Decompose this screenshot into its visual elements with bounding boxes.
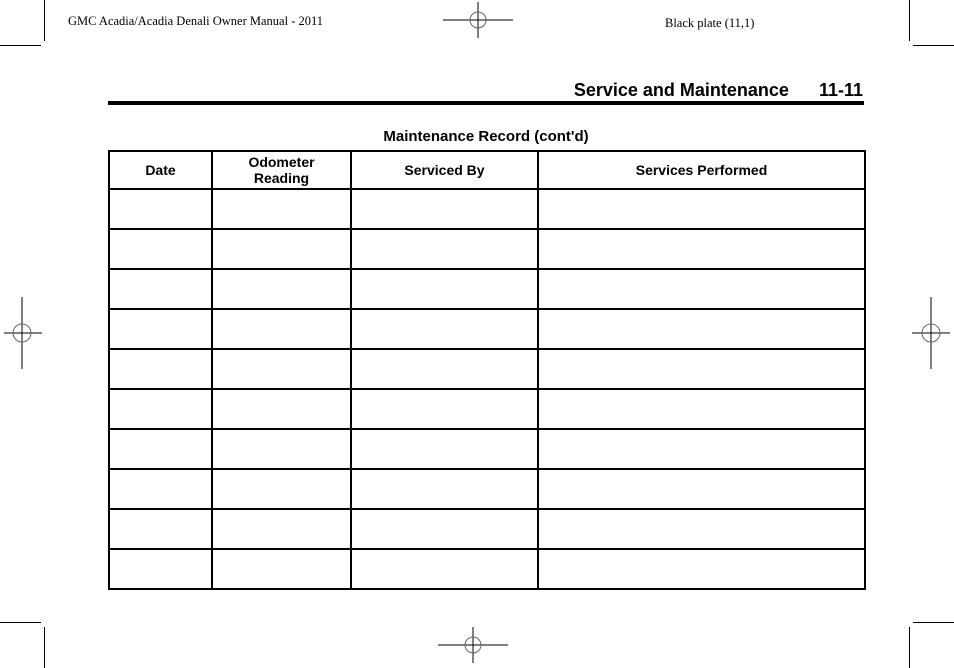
date-cell [108,268,213,310]
odometer-header-line2: Reading [253,170,310,186]
crop-mark-line [909,0,910,41]
serviced-by-cell [350,348,539,390]
table-header-row: Date Odometer Reading Serviced By Service… [108,150,866,190]
crop-mark-line [913,45,954,46]
registration-mark-right-icon [912,297,950,369]
table-row [108,508,866,550]
crop-mark-line [0,622,41,623]
odometer-cell [211,508,352,550]
services-performed-cell [537,548,866,590]
table-row [108,188,866,230]
registration-mark-top-icon [443,2,513,38]
table-row [108,228,866,270]
column-header-services-performed: Services Performed [537,150,866,190]
table-row [108,548,866,590]
column-header-serviced-by: Serviced By [350,150,539,190]
serviced-by-cell [350,388,539,430]
page-number: 11-11 [818,80,863,100]
odometer-cell [211,308,352,350]
crop-mark-line [913,622,954,623]
crop-mark-line [909,627,910,668]
services-performed-cell [537,468,866,510]
serviced-by-cell [350,188,539,230]
crop-mark-line [44,0,45,41]
serviced-by-cell [350,308,539,350]
table-row [108,388,866,430]
table-row [108,428,866,470]
odometer-cell [211,428,352,470]
registration-mark-left-icon [4,297,42,369]
odometer-cell [211,188,352,230]
maintenance-record-table: Date Odometer Reading Serviced By Service… [108,150,866,590]
column-header-odometer: Odometer Reading [211,150,352,190]
services-performed-cell [537,388,866,430]
services-performed-cell [537,268,866,310]
odometer-cell [211,388,352,430]
section-title: Service and Maintenance [573,80,789,100]
services-performed-cell [537,228,866,270]
services-performed-cell [537,508,866,550]
date-cell [108,468,213,510]
serviced-by-cell [350,268,539,310]
date-cell [108,228,213,270]
odometer-cell [211,468,352,510]
column-header-date: Date [108,150,213,190]
table-row [108,348,866,390]
services-performed-cell [537,188,866,230]
serviced-by-cell [350,508,539,550]
registration-mark-bottom-icon [438,627,508,663]
date-cell [108,508,213,550]
date-cell [108,348,213,390]
crop-mark-line [44,627,45,668]
services-performed-cell [537,428,866,470]
date-cell [108,548,213,590]
odometer-cell [211,268,352,310]
serviced-by-cell [350,548,539,590]
services-performed-cell [537,308,866,350]
date-cell [108,308,213,350]
odometer-cell [211,548,352,590]
odometer-header-line1: Odometer [248,154,315,170]
odometer-cell [211,348,352,390]
serviced-by-cell [350,468,539,510]
date-cell [108,188,213,230]
table-row [108,268,866,310]
date-cell [108,428,213,470]
crop-mark-line [0,45,41,46]
date-cell [108,388,213,430]
table-title: Maintenance Record (cont'd) [383,128,589,145]
plate-label: Black plate (11,1) [665,16,755,30]
odometer-cell [211,228,352,270]
section-heading: Service and Maintenance 11-11 [574,80,863,101]
services-performed-cell [537,348,866,390]
table-row [108,308,866,350]
section-rule [108,101,864,105]
manual-title: GMC Acadia/Acadia Denali Owner Manual - … [68,14,324,28]
table-row [108,468,866,510]
serviced-by-cell [350,428,539,470]
serviced-by-cell [350,228,539,270]
